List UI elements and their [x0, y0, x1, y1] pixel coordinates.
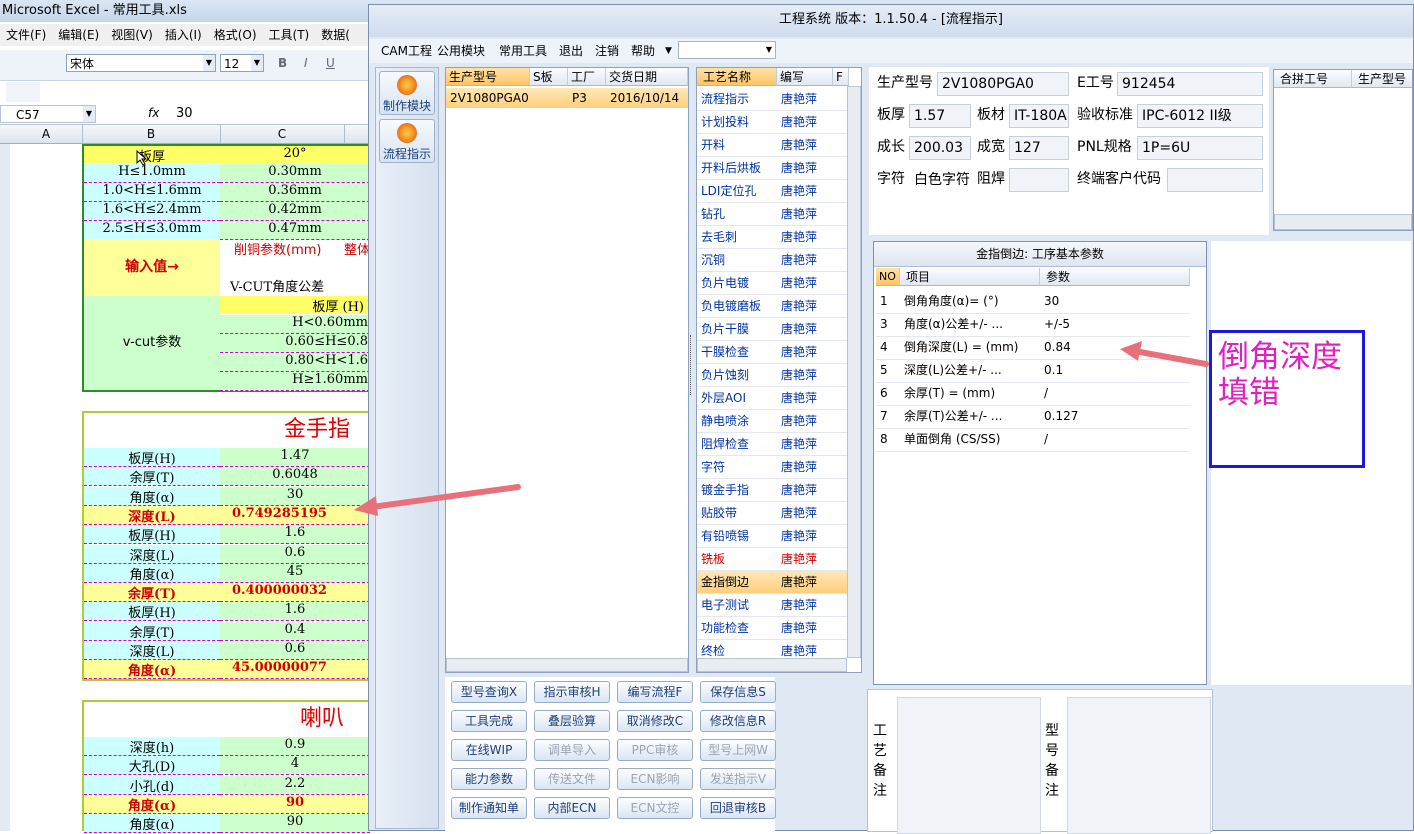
annotation-arrows	[354, 341, 1209, 516]
excel-arrow	[369, 484, 521, 510]
param-arrowhead	[1120, 341, 1142, 361]
callout-line-2: 填错	[1218, 375, 1280, 411]
callout-line-1: 倒角深度	[1218, 339, 1342, 375]
excel-arrowhead	[354, 496, 378, 516]
error-callout: 倒角深度 填错	[1209, 330, 1365, 468]
param-arrow	[1137, 349, 1209, 367]
